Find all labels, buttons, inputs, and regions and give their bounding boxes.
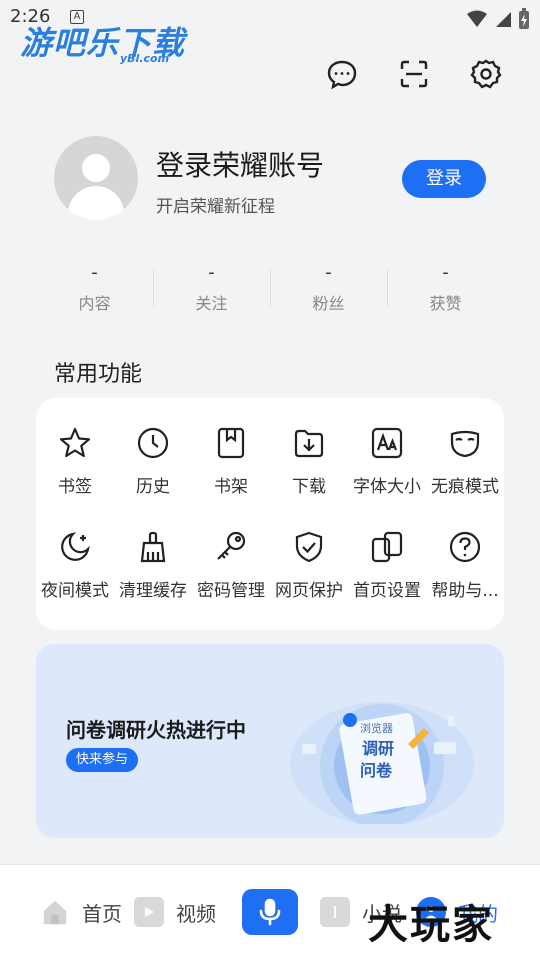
stat-following[interactable]: - 关注 (153, 262, 270, 322)
profile-name[interactable]: 登录荣耀账号 (156, 144, 324, 184)
nav-video-label: 视频 (176, 901, 216, 926)
home-icon (40, 897, 70, 927)
stat-value: - (442, 262, 449, 283)
stat-followers[interactable]: - 粉丝 (270, 262, 387, 322)
function-password[interactable]: 密码管理 (192, 530, 270, 606)
key-icon (217, 531, 246, 560)
message-icon (327, 60, 357, 90)
art-text-research: 调研 (362, 739, 394, 758)
function-label: 书架 (214, 477, 248, 497)
stat-label: 关注 (195, 294, 228, 313)
survey-illustration: 浏览器 调研 问卷 (290, 702, 474, 824)
login-button[interactable]: 登录 (402, 160, 486, 198)
function-help[interactable]: 帮助与... (426, 530, 504, 606)
function-bookshelf[interactable]: 书架 (192, 426, 270, 502)
avatar[interactable] (54, 136, 138, 220)
function-clear-cache[interactable]: 清理缓存 (114, 530, 192, 606)
clock-icon (137, 427, 169, 459)
stat-value: - (325, 262, 332, 283)
stat-value: - (91, 262, 98, 283)
wifi-icon (467, 10, 487, 27)
nav-video[interactable]: 视频 (134, 897, 216, 927)
function-label: 首页设置 (353, 581, 421, 601)
profile-section: 登录荣耀账号 开启荣耀新征程 登录 (54, 136, 494, 220)
broom-icon (140, 531, 166, 563)
function-label: 下载 (292, 477, 326, 497)
scan-icon (400, 60, 428, 88)
stat-content[interactable]: - 内容 (36, 262, 153, 322)
avatar-body (68, 186, 124, 220)
function-label: 网页保护 (275, 581, 343, 601)
settings-button[interactable] (470, 58, 502, 90)
watermark-domain: yBl.com (120, 52, 170, 65)
voice-search-button[interactable] (242, 889, 298, 935)
novel-icon (320, 897, 350, 927)
banner-join-button[interactable]: 快来参与 (66, 748, 139, 772)
shield-icon (295, 531, 323, 563)
function-label: 夜间模式 (41, 581, 109, 601)
microphone-icon (259, 898, 281, 926)
function-font-size[interactable]: 字体大小 (348, 426, 426, 502)
function-label: 帮助与... (431, 581, 499, 601)
stats-row: - 内容 - 关注 - 粉丝 - 获赞 (36, 262, 504, 322)
watermark-bottom: 大玩家 (368, 902, 494, 948)
art-text-browser: 浏览器 (360, 721, 393, 735)
functions-title: 常用功能 (54, 362, 143, 387)
function-homepage-settings[interactable]: 首页设置 (348, 530, 426, 606)
stat-label: 内容 (78, 294, 111, 313)
moon-icon (61, 532, 90, 561)
function-label: 书签 (58, 477, 92, 497)
status-indicators (466, 8, 530, 30)
message-button[interactable] (326, 58, 358, 90)
function-download[interactable]: 下载 (270, 426, 348, 502)
help-icon (449, 531, 481, 563)
nav-home-label: 首页 (82, 901, 122, 926)
mask-icon (450, 430, 480, 458)
function-web-protection[interactable]: 网页保护 (270, 530, 348, 606)
function-label: 无痕模式 (431, 477, 499, 497)
functions-grid: 书签 历史 书架 下载 字体大小 无痕模式 夜间模式 清理缓存 密码管理 网页保… (36, 426, 504, 606)
stat-likes[interactable]: - 获赞 (387, 262, 504, 322)
banner-title: 问卷调研火热进行中 (66, 718, 246, 742)
font-size-icon (371, 427, 403, 459)
stat-value: - (208, 262, 215, 283)
function-label: 历史 (136, 477, 170, 497)
function-label: 字体大小 (353, 477, 421, 497)
download-icon (294, 429, 324, 458)
profile-subtitle: 开启荣耀新征程 (156, 197, 275, 217)
battery-icon (519, 8, 529, 29)
header-actions (326, 58, 502, 90)
signal-icon (496, 12, 511, 27)
function-label: 清理缓存 (119, 581, 187, 601)
avatar-head (82, 154, 110, 182)
nav-home[interactable]: 首页 (40, 897, 122, 927)
scan-button[interactable] (398, 58, 430, 90)
functions-card: 书签 历史 书架 下载 字体大小 无痕模式 夜间模式 清理缓存 密码管理 网页保… (36, 398, 504, 630)
homepage-settings-icon (371, 531, 403, 563)
function-label: 密码管理 (197, 581, 265, 601)
gear-icon (470, 59, 502, 89)
stat-label: 获赞 (429, 294, 462, 313)
function-bookmarks[interactable]: 书签 (36, 426, 114, 502)
function-incognito[interactable]: 无痕模式 (426, 426, 504, 502)
video-icon (134, 897, 164, 927)
art-text-survey: 问卷 (360, 761, 393, 780)
survey-banner[interactable]: 问卷调研火热进行中 快来参与 浏览器 调研 问卷 (36, 644, 504, 838)
bookshelf-icon (217, 427, 245, 459)
stat-label: 粉丝 (312, 294, 345, 313)
star-icon (59, 427, 91, 458)
function-night-mode[interactable]: 夜间模式 (36, 530, 114, 606)
function-history[interactable]: 历史 (114, 426, 192, 502)
